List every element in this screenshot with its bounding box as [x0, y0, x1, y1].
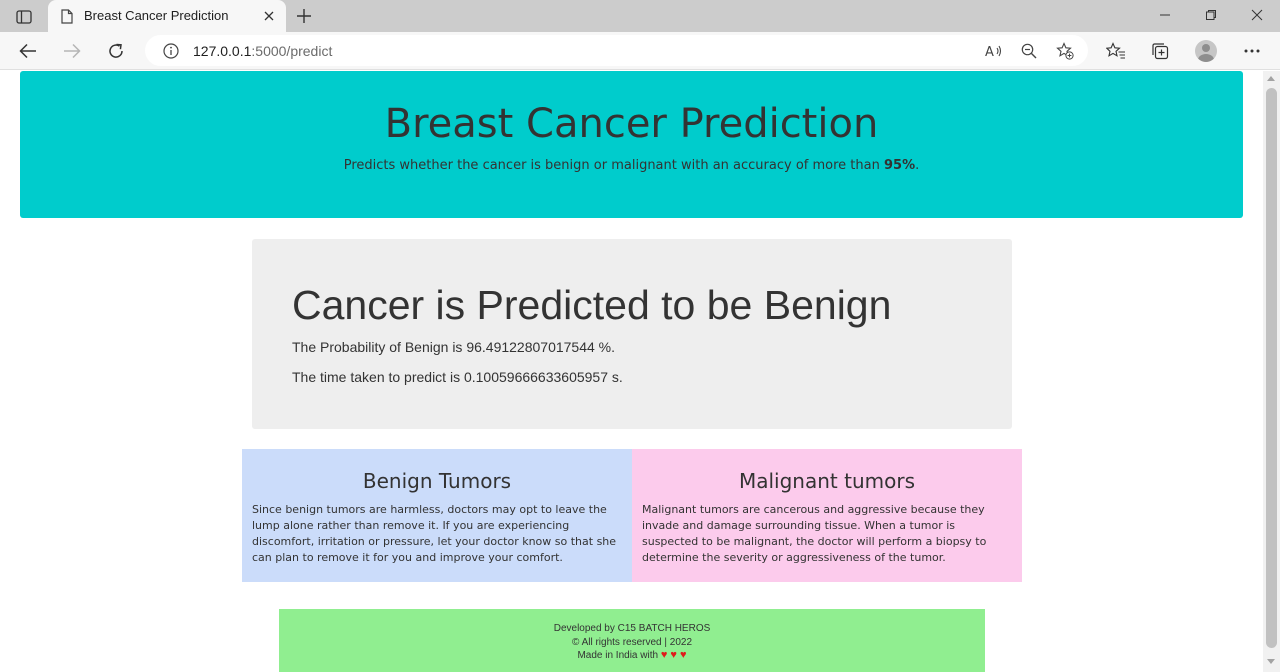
heart-icon: ♥ ♥ ♥ — [660, 649, 687, 661]
scroll-thumb[interactable] — [1266, 88, 1277, 648]
browser-tab[interactable]: Breast Cancer Prediction — [48, 0, 286, 32]
profile-avatar[interactable] — [1195, 40, 1217, 62]
close-icon[interactable] — [260, 7, 278, 25]
info-icon[interactable] — [162, 42, 179, 59]
browser-toolbar: 127.0.0.1:5000/predict A — [0, 32, 1280, 70]
malignant-title: Malignant tumors — [738, 469, 915, 493]
subtitle-text: Predicts whether the cancer is benign or… — [343, 158, 880, 173]
page-viewport: Breast Cancer Prediction Predicts whethe… — [0, 71, 1263, 672]
refresh-icon[interactable] — [102, 38, 130, 64]
page-subtitle: Predicts whether the cancer is benign or… — [20, 158, 1243, 173]
page-icon — [59, 8, 75, 24]
footer-made-text: Made in India with — [577, 650, 659, 661]
footer-copyright: © All rights reserved | 2022 — [571, 636, 693, 648]
url-path: :5000/predict — [251, 43, 333, 59]
benign-info-panel: Benign Tumors Since benign tumors are ha… — [242, 449, 632, 582]
back-arrow-icon[interactable] — [14, 38, 42, 64]
minimize-icon[interactable] — [1151, 3, 1179, 27]
prediction-heading: Cancer is Predicted to be Benign — [292, 282, 892, 328]
url-host: 127.0.0.1 — [193, 43, 252, 59]
probability-text: The Probability of Benign is 96.49122807… — [292, 339, 616, 355]
benign-description: Since benign tumors are harmless, doctor… — [252, 503, 617, 564]
svg-text:A: A — [985, 45, 994, 59]
favorites-icon[interactable] — [1102, 38, 1130, 64]
tab-actions-icon[interactable] — [10, 7, 38, 27]
time-taken-text: The time taken to predict is 0.100596666… — [292, 369, 623, 385]
add-favorite-icon[interactable] — [1052, 39, 1078, 63]
plus-icon[interactable] — [292, 5, 316, 27]
scroll-up-arrow-icon[interactable] — [1267, 76, 1275, 81]
accuracy-value: 95% — [883, 158, 916, 173]
prediction-result-card: Cancer is Predicted to be Benign The Pro… — [252, 239, 1012, 429]
malignant-description: Malignant tumors are cancerous and aggre… — [642, 503, 987, 564]
malignant-info-panel: Malignant tumors Malignant tumors are ca… — [632, 449, 1022, 582]
url-text: 127.0.0.1:5000/predict — [193, 43, 332, 59]
vertical-scrollbar[interactable] — [1263, 71, 1280, 672]
footer-developed-by: Developed by C15 BATCH HEROS — [553, 623, 711, 634]
tab-title: Breast Cancer Prediction — [84, 8, 229, 23]
scroll-down-arrow-icon[interactable] — [1267, 659, 1275, 664]
address-bar[interactable]: 127.0.0.1:5000/predict A — [145, 35, 1088, 66]
read-aloud-icon[interactable]: A — [981, 39, 1007, 63]
benign-title: Benign Tumors — [362, 469, 512, 493]
zoom-out-icon[interactable] — [1016, 39, 1042, 63]
close-window-icon[interactable] — [1243, 3, 1271, 27]
restore-icon[interactable] — [1197, 3, 1225, 27]
tab-strip: Breast Cancer Prediction — [0, 0, 1280, 32]
page-footer: Developed by C15 BATCH HEROS © All right… — [279, 609, 985, 672]
more-icon[interactable] — [1238, 38, 1266, 64]
forward-arrow-icon[interactable] — [58, 38, 86, 64]
footer-made-in: Made in India with ♥ ♥ ♥ — [279, 649, 985, 663]
page-header: Breast Cancer Prediction Predicts whethe… — [20, 71, 1243, 218]
page-title: Breast Cancer Prediction — [384, 101, 879, 147]
collections-icon[interactable] — [1146, 38, 1174, 64]
subtitle-period: . — [915, 158, 920, 173]
